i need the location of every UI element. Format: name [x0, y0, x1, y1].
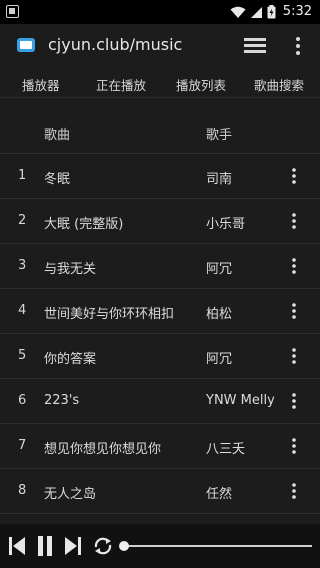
- row-more-icon[interactable]: [286, 167, 302, 185]
- column-header-song: 歌曲: [44, 128, 71, 143]
- artist-name: 小乐哥: [206, 217, 246, 232]
- track-number: 1: [18, 168, 27, 183]
- row-more-icon[interactable]: [286, 257, 302, 275]
- song-title: 大眠 (完整版): [44, 217, 124, 232]
- song-title: 223's: [44, 393, 80, 408]
- row-more-icon[interactable]: [286, 437, 302, 455]
- previous-track-icon[interactable]: [8, 536, 26, 556]
- song-title: 无人之岛: [44, 487, 97, 502]
- track-number: 7: [18, 438, 27, 453]
- song-row[interactable]: 6 223's YNW Melly: [0, 379, 320, 424]
- tab-player[interactable]: 播放器: [22, 75, 60, 94]
- song-title: 与我无关: [44, 262, 97, 277]
- battery-icon: [267, 5, 276, 19]
- next-track-icon[interactable]: [64, 536, 82, 556]
- row-more-icon[interactable]: [286, 212, 302, 230]
- list-header: 歌曲 歌手: [0, 110, 320, 154]
- row-more-icon[interactable]: [286, 482, 302, 500]
- track-number: 3: [18, 258, 27, 273]
- row-more-icon[interactable]: [286, 347, 302, 365]
- app-bar: cjyun.club/music: [0, 24, 320, 68]
- playlist-icon[interactable]: [244, 37, 266, 55]
- player-bar: [0, 524, 320, 568]
- song-title: 你的答案: [44, 352, 97, 367]
- seek-bar[interactable]: [124, 545, 312, 547]
- repeat-icon[interactable]: [92, 536, 114, 556]
- song-row[interactable]: 2 大眠 (完整版) 小乐哥: [0, 199, 320, 244]
- track-number: 8: [18, 483, 27, 498]
- artist-name: 任然: [206, 487, 233, 502]
- app-logo-icon: [17, 38, 35, 52]
- row-more-icon[interactable]: [286, 302, 302, 320]
- artist-name: 八三夭: [206, 442, 246, 457]
- song-title: 想见你想见你想见你: [44, 442, 162, 457]
- artist-name: 阿冗: [206, 262, 233, 277]
- track-number: 4: [18, 303, 27, 318]
- pause-icon[interactable]: [36, 535, 54, 557]
- wifi-icon: [230, 6, 246, 18]
- song-row[interactable]: 5 你的答案 阿冗: [0, 334, 320, 379]
- artist-name: YNW Melly: [206, 393, 275, 408]
- artist-name: 阿冗: [206, 352, 233, 367]
- track-number: 5: [18, 348, 27, 363]
- song-row[interactable]: 7 想见你想见你想见你 八三夭: [0, 424, 320, 469]
- track-number: 6: [18, 393, 27, 408]
- artist-name: 柏松: [206, 307, 233, 322]
- row-more-icon[interactable]: [286, 392, 302, 410]
- tab-now-playing[interactable]: 正在播放: [96, 75, 146, 94]
- song-row[interactable]: 8 无人之岛 任然: [0, 469, 320, 514]
- song-row[interactable]: 4 世间美好与你环环相扣 柏松: [0, 289, 320, 334]
- status-bar: 5:32: [0, 0, 320, 24]
- column-header-artist: 歌手: [206, 128, 233, 143]
- song-row[interactable]: 1 冬眠 司南: [0, 154, 320, 199]
- track-number: 2: [18, 213, 27, 228]
- more-options-icon[interactable]: [290, 36, 306, 56]
- status-icons: [230, 5, 276, 19]
- song-title: 冬眠: [44, 172, 71, 187]
- artist-name: 司南: [206, 172, 233, 187]
- page-title: cjyun.club/music: [48, 35, 183, 54]
- tab-playlist[interactable]: 播放列表: [176, 75, 226, 94]
- song-title: 世间美好与你环环相扣: [44, 307, 175, 322]
- tab-song-search[interactable]: 歌曲搜索: [254, 75, 304, 94]
- song-row[interactable]: 3 与我无关 阿冗: [0, 244, 320, 289]
- clock: 5:32: [282, 4, 312, 19]
- cell-signal-icon: [251, 6, 262, 18]
- tab-bar: 播放器 正在播放 播放列表 歌曲搜索: [0, 68, 320, 98]
- seek-handle[interactable]: [119, 541, 129, 551]
- app-notification-icon: [6, 5, 19, 18]
